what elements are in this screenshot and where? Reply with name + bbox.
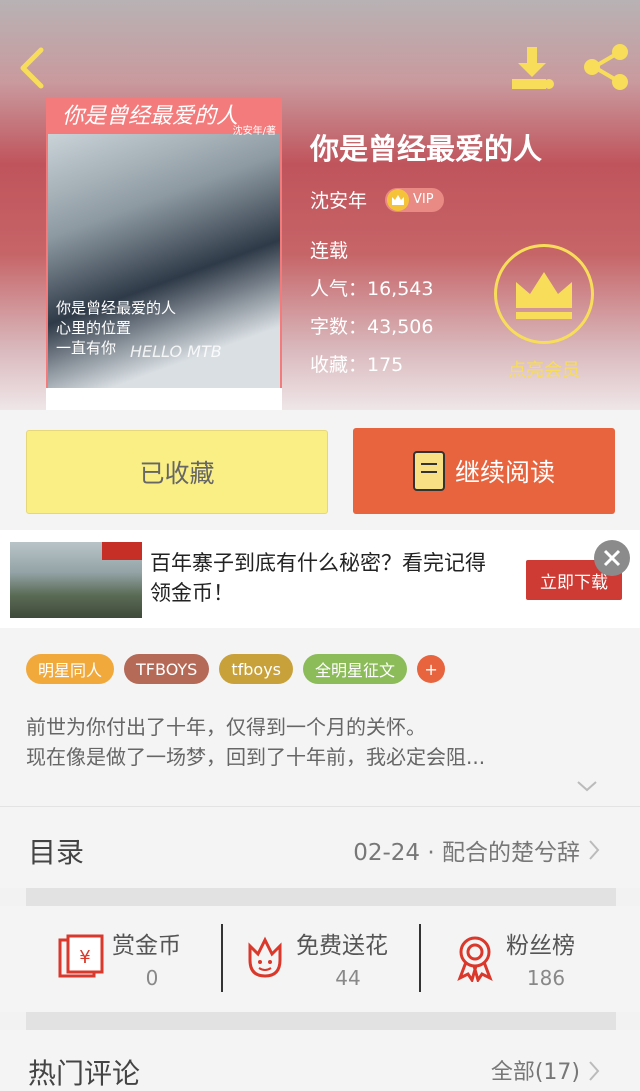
author-row: 沈安年 VIP: [310, 186, 444, 213]
reward-value: 0: [145, 966, 159, 990]
book-word-count: 字数：43,506: [310, 316, 434, 338]
book-icon: [412, 451, 445, 491]
fans-value: 186: [526, 966, 566, 990]
all-comments-link[interactable]: 全部(17): [491, 1054, 580, 1086]
crown-icon: [516, 272, 572, 319]
book-cover[interactable]: 你是曾经最爱的人 沈安年/著 你是曾经最爱的人 心里的位置 一直有你 HELLO…: [46, 98, 282, 410]
book-title-text: 你是曾经最爱的人: [310, 132, 543, 166]
back-icon[interactable]: [12, 44, 52, 92]
divider: [221, 924, 223, 992]
book-favorites: 收藏：175: [310, 354, 404, 376]
fans-label: 粉丝榜: [506, 933, 575, 959]
cover-line: 心里的位置: [56, 319, 132, 337]
cover-author: 沈安年/著: [232, 126, 276, 137]
chevron-right-icon: [588, 839, 600, 865]
support-stats: ¥ 赏金币 0 免费送花 44 粉丝榜 186: [0, 906, 640, 1012]
divider: [26, 1012, 616, 1030]
tag-list: 明星同人 TFBOYS tfboys 全明星征文 +: [26, 654, 446, 684]
cover-line: 你是曾经最爱的人: [56, 299, 177, 317]
tag-item[interactable]: tfboys: [219, 654, 293, 684]
ad-image: [10, 542, 142, 618]
book-header: 你是曾经最爱的人 沈安年/著 你是曾经最爱的人 心里的位置 一直有你 HELLO…: [0, 0, 640, 410]
book-popularity: 人气：16,543: [310, 278, 434, 300]
book-status: 连载: [310, 240, 349, 262]
close-icon[interactable]: [594, 540, 630, 576]
toc-label: 目录: [28, 836, 85, 869]
tag-item[interactable]: 全明星征文: [303, 654, 408, 684]
ad-text: 百年寨子到底有什么秘密？看完记得领金币！: [150, 551, 486, 605]
add-tag-button[interactable]: +: [417, 655, 446, 683]
vip-badge: VIP: [385, 187, 444, 212]
book-description[interactable]: 前世为你付出了十年，仅得到一个月的关怀。 现在像是做了一场梦，回到了十年前，我必…: [26, 712, 606, 772]
medal-icon: [457, 936, 493, 982]
toc-latest-chapter: 02-24 · 配合的楚兮辞: [353, 840, 580, 866]
continue-reading-label: 继续阅读: [454, 458, 555, 487]
svg-text:¥: ¥: [79, 947, 90, 968]
divider: [26, 888, 616, 906]
member-button[interactable]: [494, 244, 594, 344]
hot-comments-label: 热门评论: [28, 1057, 141, 1090]
crown-icon: [387, 188, 410, 211]
collected-button[interactable]: 已收藏: [26, 430, 328, 514]
description-line: 现在像是做了一场梦，回到了十年前，我必定会阻...: [26, 745, 486, 769]
chevron-right-icon: [588, 1060, 600, 1086]
download-icon[interactable]: [508, 44, 558, 92]
tag-item[interactable]: TFBOYS: [124, 654, 210, 684]
hot-comments-row[interactable]: 热门评论 全部(17): [0, 1030, 640, 1091]
action-bar: 已收藏 继续阅读: [0, 410, 640, 530]
continue-reading-button[interactable]: 继续阅读: [353, 428, 615, 514]
flower-value: 44: [335, 966, 361, 990]
divider: [419, 924, 421, 992]
author-name[interactable]: 沈安年: [310, 186, 367, 213]
member-label[interactable]: 点亮会员: [494, 356, 594, 382]
flower-icon: [248, 936, 282, 978]
cover-brand: HELLO MTB: [130, 342, 222, 361]
collected-label: 已收藏: [139, 459, 215, 488]
chevron-down-icon[interactable]: [576, 778, 598, 797]
book-title: 你是曾经最爱的人: [310, 126, 542, 168]
cover-footer: [46, 388, 282, 410]
free-flower[interactable]: 免费送花 44: [240, 926, 410, 996]
reward-label: 赏金币: [112, 933, 181, 959]
table-of-contents-row[interactable]: 目录 02-24 · 配合的楚兮辞: [0, 806, 640, 888]
ad-image-tag: [102, 542, 142, 560]
share-icon[interactable]: [580, 42, 632, 92]
description-line: 前世为你付出了十年，仅得到一个月的关怀。: [26, 715, 426, 739]
tag-item[interactable]: 明星同人: [26, 654, 115, 684]
vip-label: VIP: [413, 192, 434, 207]
reward-coins[interactable]: ¥ 赏金币 0: [56, 926, 196, 996]
red-envelope-icon: ¥: [58, 934, 104, 978]
flower-label: 免费送花: [296, 933, 388, 959]
fan-ranking[interactable]: 粉丝榜 186: [450, 926, 590, 996]
